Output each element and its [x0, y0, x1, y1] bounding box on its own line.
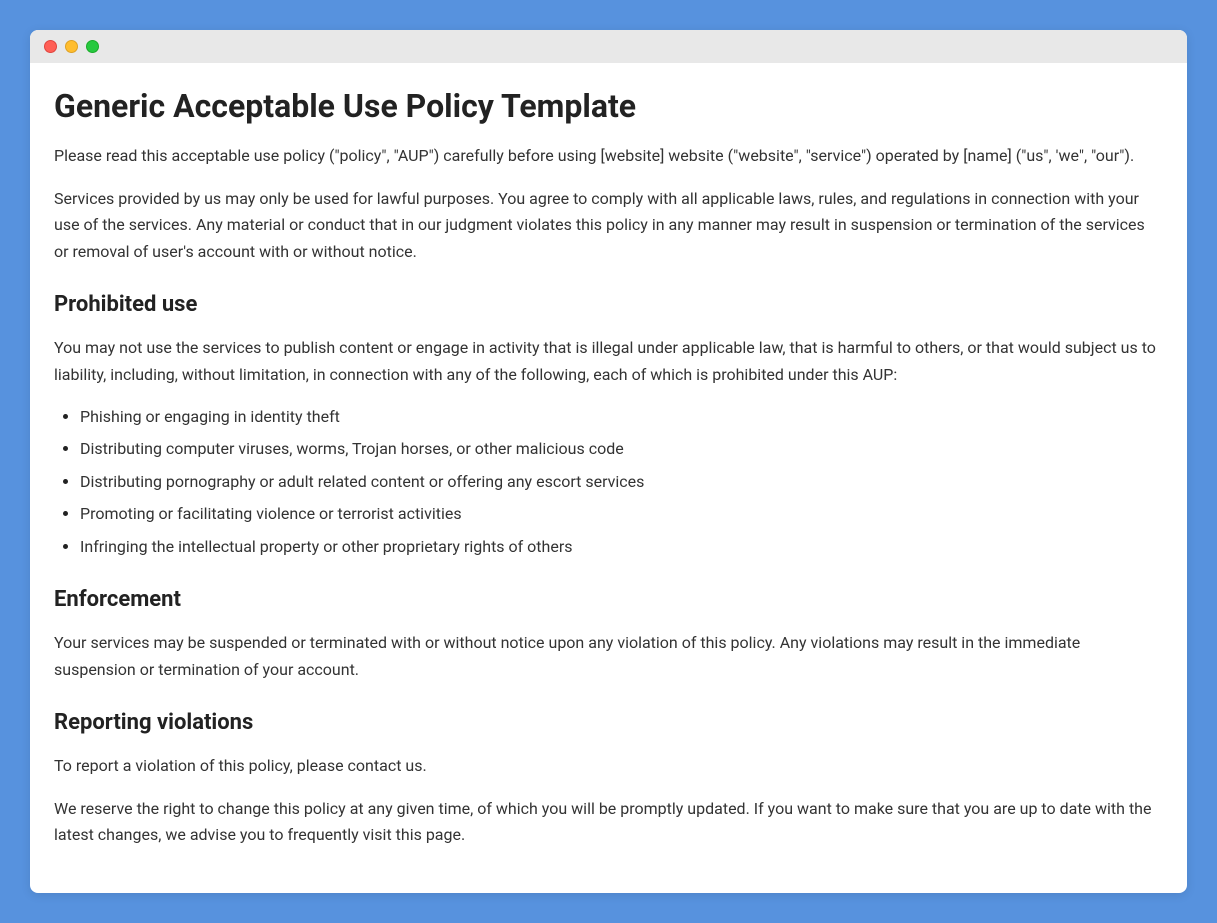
heading-reporting-violations: Reporting violations [54, 705, 1163, 741]
intro-paragraph-1: Please read this acceptable use policy (… [54, 143, 1163, 169]
list-item: Infringing the intellectual property or … [80, 534, 1163, 560]
enforcement-body: Your services may be suspended or termin… [54, 630, 1163, 683]
window-title-bar [30, 30, 1187, 63]
intro-paragraph-2: Services provided by us may only be used… [54, 186, 1163, 265]
maximize-icon[interactable] [86, 40, 99, 53]
reporting-paragraph-2: We reserve the right to change this poli… [54, 796, 1163, 849]
close-icon[interactable] [44, 40, 57, 53]
list-item: Distributing pornography or adult relate… [80, 469, 1163, 495]
list-item: Distributing computer viruses, worms, Tr… [80, 436, 1163, 462]
list-item: Phishing or engaging in identity theft [80, 404, 1163, 430]
prohibited-list: Phishing or engaging in identity theft D… [54, 404, 1163, 560]
minimize-icon[interactable] [65, 40, 78, 53]
document-content: Generic Acceptable Use Policy Template P… [30, 63, 1187, 893]
document-window: Generic Acceptable Use Policy Template P… [30, 30, 1187, 893]
page-title: Generic Acceptable Use Policy Template [54, 87, 1163, 125]
heading-enforcement: Enforcement [54, 582, 1163, 618]
prohibited-body: You may not use the services to publish … [54, 335, 1163, 388]
heading-prohibited-use: Prohibited use [54, 287, 1163, 323]
list-item: Promoting or facilitating violence or te… [80, 501, 1163, 527]
reporting-paragraph-1: To report a violation of this policy, pl… [54, 753, 1163, 779]
